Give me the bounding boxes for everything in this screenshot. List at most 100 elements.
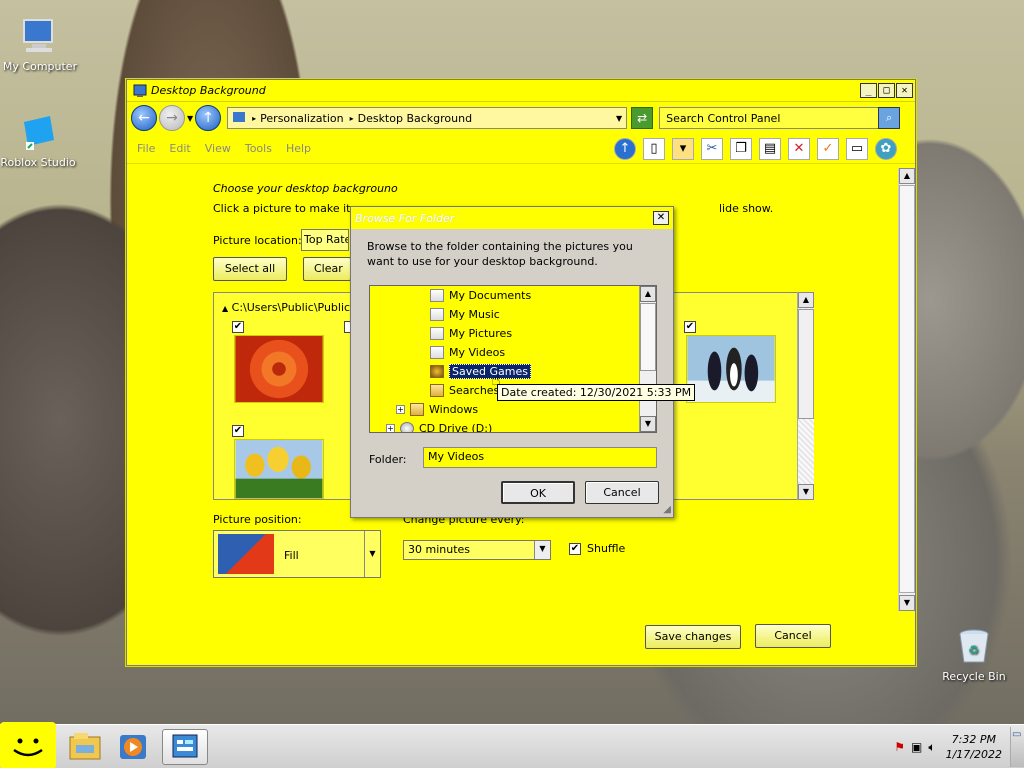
scroll-thumb[interactable]	[899, 185, 915, 593]
volume-icon[interactable]: 🔈︎	[928, 740, 935, 755]
action-center-icon[interactable]: ⚑	[894, 740, 905, 754]
picture-position-value: Fill	[284, 549, 299, 562]
breadcrumb-personalization[interactable]: Personalization	[260, 112, 343, 125]
dialog-close-button[interactable]: ✕	[653, 211, 669, 225]
menu-tools[interactable]: Tools	[245, 142, 272, 155]
interval-select[interactable]: 30 minutes ▼	[403, 540, 551, 560]
up-button[interactable]: ↑	[195, 105, 222, 131]
tree-item-searches[interactable]: Searches	[430, 381, 499, 399]
picture-checkbox[interactable]: ✔	[232, 321, 244, 333]
picture-thumbnail-tulips[interactable]	[234, 439, 324, 499]
control-panel-icon	[172, 734, 198, 758]
collapse-icon[interactable]: ▲	[222, 304, 228, 313]
scroll-down-icon[interactable]: ▼	[899, 595, 915, 611]
menu-file[interactable]: File	[137, 142, 155, 155]
search-input[interactable]: Search Control Panel	[666, 112, 780, 125]
copy-icon[interactable]: ❐	[730, 137, 752, 160]
delete-icon[interactable]: ✕	[788, 137, 810, 160]
picture-location-select[interactable]: Top Rate	[301, 229, 349, 251]
start-button[interactable]	[0, 722, 56, 768]
picture-checkbox[interactable]: ✔	[232, 425, 244, 437]
undo-icon[interactable]: ✓	[817, 137, 839, 160]
taskbar-media-player-button[interactable]	[114, 729, 152, 765]
dropdown-arrow-icon[interactable]: ▼	[364, 531, 380, 577]
tree-item-cd-drive[interactable]: + CD Drive (D:)	[386, 419, 492, 432]
scroll-thumb[interactable]	[798, 309, 814, 419]
search-box[interactable]: Search Control Panel ⌕	[659, 107, 901, 129]
maximize-button[interactable]: □	[878, 83, 895, 98]
select-all-button[interactable]: Select all	[213, 257, 287, 281]
expand-icon[interactable]: +	[386, 423, 395, 432]
breadcrumb-desktop-background[interactable]: Desktop Background	[358, 112, 473, 125]
scroll-up-icon[interactable]: ▲	[798, 292, 814, 308]
cut-icon[interactable]: ✂	[701, 137, 723, 160]
panes-icon[interactable]: ▯	[643, 137, 665, 160]
cancel-button[interactable]: Cancel	[755, 624, 831, 648]
refresh-button[interactable]: ⇄	[631, 107, 654, 129]
taskbar-explorer-button[interactable]	[66, 729, 104, 765]
paste-icon[interactable]: ▤	[759, 137, 781, 160]
scroll-down-icon[interactable]: ▼	[798, 484, 814, 500]
shuffle-option[interactable]: ✔ Shuffle	[569, 542, 625, 555]
dialog-title-bar[interactable]: Browse For Folder ✕	[351, 207, 673, 229]
title-bar[interactable]: Desktop Background _ □ ✕	[127, 80, 915, 102]
picture-checkbox[interactable]: ✔	[684, 321, 696, 333]
save-changes-button[interactable]: Save changes	[645, 625, 741, 649]
up-folder-icon[interactable]: ↑	[614, 137, 636, 160]
scroll-up-icon[interactable]: ▲	[899, 168, 915, 184]
tree-item-my-pictures[interactable]: My Pictures	[430, 324, 512, 342]
picture-position-select[interactable]: Fill ▼	[213, 530, 381, 578]
history-dropdown-icon[interactable]: ▼	[187, 114, 193, 123]
menu-help[interactable]: Help	[286, 142, 311, 155]
address-dropdown-icon[interactable]: ▼	[616, 114, 622, 123]
tree-item-my-music[interactable]: My Music	[430, 305, 500, 323]
dialog-cancel-button[interactable]: Cancel	[585, 481, 659, 504]
tree-item-label: My Pictures	[449, 326, 513, 340]
menu-view[interactable]: View	[205, 142, 231, 155]
scroll-thumb[interactable]	[640, 303, 656, 371]
close-button[interactable]: ✕	[896, 83, 913, 98]
menu-edit[interactable]: Edit	[169, 142, 190, 155]
tree-item-label: My Documents	[449, 288, 532, 302]
expand-icon[interactable]: +	[396, 404, 405, 414]
scroll-down-icon[interactable]: ▼	[640, 416, 656, 432]
clock[interactable]: 7:32 PM 1/17/2022	[946, 732, 1002, 762]
back-button[interactable]: ←	[131, 105, 157, 131]
desktop-icon-roblox-studio[interactable]: Roblox Studio	[0, 112, 78, 169]
picture-position-label: Picture position:	[213, 513, 302, 526]
properties-icon[interactable]: ▭	[846, 137, 868, 160]
gallery-scrollbar[interactable]: ▲ ▼	[797, 292, 814, 500]
minimize-button[interactable]: _	[860, 83, 877, 98]
folder-tree[interactable]: My Documents My Music My Pictures My Vid…	[369, 285, 657, 433]
tree-item-saved-games[interactable]: Saved Games	[430, 362, 531, 380]
picture-thumbnail-penguins[interactable]	[686, 335, 776, 403]
tree-item-windows[interactable]: + Windows	[396, 400, 478, 418]
desktop-icon-my-computer[interactable]: My Computer	[0, 16, 80, 73]
page-heading: Choose your desktop backgrouno	[213, 182, 398, 195]
shell-icon[interactable]: ✿	[875, 137, 897, 160]
folder-input[interactable]: My Videos	[423, 447, 657, 468]
window-scrollbar[interactable]: ▲ ▼	[898, 168, 915, 611]
resize-grip-icon[interactable]: ◢	[663, 504, 671, 515]
desktop-icon-recycle-bin[interactable]: ♻ Recycle Bin	[934, 626, 1014, 683]
network-icon[interactable]: ▣	[911, 740, 922, 754]
forward-button[interactable]: →	[159, 105, 185, 131]
recycle-bin-icon: ♻	[959, 629, 989, 663]
ok-button[interactable]: OK	[501, 481, 575, 504]
dropdown-arrow-icon[interactable]: ▼	[534, 541, 550, 559]
shuffle-checkbox[interactable]: ✔	[569, 542, 581, 555]
gallery-path: C:\Users\Public\Public Pic	[231, 301, 370, 314]
scroll-up-icon[interactable]: ▲	[640, 286, 656, 302]
address-bar[interactable]: ▸ Personalization ▸ Desktop Background ▼	[227, 107, 628, 129]
taskbar-control-panel-button[interactable]	[162, 729, 208, 765]
picture-thumbnail-chrysanthemum[interactable]	[234, 335, 324, 403]
gallery-group-header[interactable]: ▲ C:\Users\Public\Public Pic	[222, 301, 369, 314]
folder-options-icon[interactable]: ▾	[672, 137, 694, 160]
tree-item-my-documents[interactable]: My Documents	[430, 286, 531, 304]
show-desktop-button[interactable]: ▭	[1010, 727, 1024, 767]
tree-item-my-videos[interactable]: My Videos	[430, 343, 505, 361]
clear-all-button[interactable]: Clear a	[303, 257, 351, 281]
tree-scrollbar[interactable]: ▲ ▼	[639, 286, 656, 432]
tooltip: Date created: 12/30/2021 5:33 PM	[497, 384, 696, 401]
search-icon[interactable]: ⌕	[878, 107, 901, 129]
